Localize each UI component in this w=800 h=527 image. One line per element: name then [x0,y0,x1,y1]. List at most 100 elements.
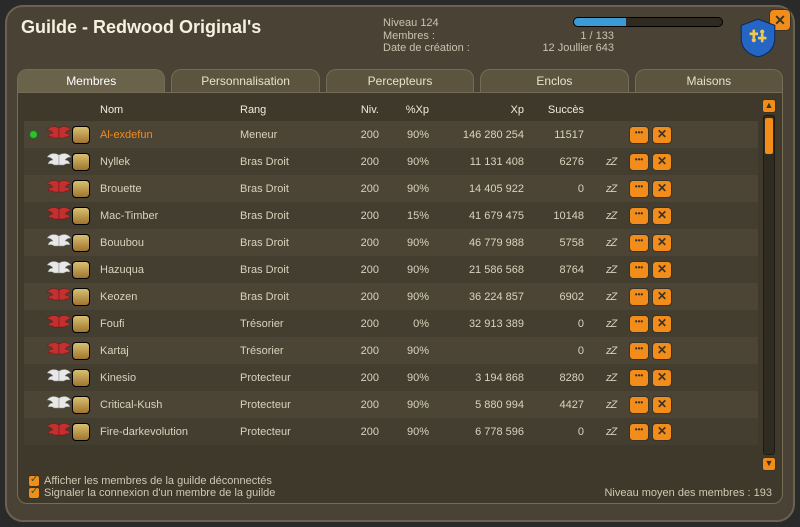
tab-maisons[interactable]: Maisons [635,69,783,92]
col-name[interactable]: Nom [96,102,236,118]
member-pxp: 90% [383,343,433,359]
table-row[interactable]: Kinesio Protecteur 200 90% 3 194 868 828… [24,364,758,391]
scroll-up-button[interactable]: ▲ [762,99,776,113]
more-button[interactable]: ••• [629,342,649,360]
table-row[interactable]: Fire-darkevolution Protecteur 200 90% 6 … [24,418,758,445]
member-success: 0 [528,316,588,332]
status-cell [24,295,42,299]
more-button[interactable]: ••• [629,126,649,144]
member-level: 200 [341,235,383,251]
member-name: Brouette [96,181,236,197]
row-actions: zZ ••• ✕ [588,205,676,227]
show-offline-checkbox[interactable]: Afficher les membres de la guilde déconn… [28,475,275,487]
wings-icon [46,421,72,443]
sleep-icon: zZ [606,264,626,276]
character-head-icon [72,423,90,441]
table-row[interactable]: Brouette Bras Droit 200 90% 14 405 922 0… [24,175,758,202]
more-button[interactable]: ••• [629,396,649,414]
row-actions: zZ ••• ✕ [588,340,676,362]
remove-button[interactable]: ✕ [652,207,672,225]
member-level: 200 [341,397,383,413]
member-name: Critical-Kush [96,397,236,413]
col-xp[interactable]: Xp [433,102,528,118]
remove-button[interactable]: ✕ [652,180,672,198]
row-actions: ••• ✕ [588,124,676,146]
row-actions: zZ ••• ✕ [588,421,676,443]
remove-button[interactable]: ✕ [652,261,672,279]
col-pxp[interactable]: %Xp [383,102,433,118]
avatar-cell [42,257,96,283]
member-level: 200 [341,289,383,305]
remove-button[interactable]: ✕ [652,126,672,144]
member-name-text[interactable]: Al-exdefun [100,129,153,141]
avatar-cell [42,149,96,175]
scrollbar: ▲ ▼ [762,99,776,471]
member-pxp: 90% [383,424,433,440]
tab-membres[interactable]: Membres [17,69,165,92]
more-button[interactable]: ••• [629,234,649,252]
member-xp: 3 194 868 [433,370,528,386]
tab-percepteurs[interactable]: Percepteurs [326,69,474,92]
table-row[interactable]: Bouubou Bras Droit 200 90% 46 779 988 57… [24,229,758,256]
col-level[interactable]: Niv. [341,102,383,118]
member-level: 200 [341,127,383,143]
avatar-icon [46,394,92,416]
member-success: 4427 [528,397,588,413]
remove-button[interactable]: ✕ [652,288,672,306]
table-row[interactable]: Critical-Kush Protecteur 200 90% 5 880 9… [24,391,758,418]
character-head-icon [72,234,90,252]
col-succ[interactable]: Succès [528,102,588,118]
table-row[interactable]: Mac-Timber Bras Droit 200 15% 41 679 475… [24,202,758,229]
member-success: 5758 [528,235,588,251]
more-button[interactable]: ••• [629,423,649,441]
more-button[interactable]: ••• [629,261,649,279]
member-name: Al-exdefun [96,127,236,143]
table-row[interactable]: Nyllek Bras Droit 200 90% 11 131 408 627… [24,148,758,175]
member-name: Foufi [96,316,236,332]
table-row[interactable]: Foufi Trésorier 200 0% 32 913 389 0 zZ •… [24,310,758,337]
remove-button[interactable]: ✕ [652,234,672,252]
member-name-text: Keozen [100,291,137,303]
member-level: 200 [341,181,383,197]
member-pxp: 90% [383,181,433,197]
member-name-text: Mac-Timber [100,210,158,222]
remove-button[interactable]: ✕ [652,315,672,333]
avatar-cell [42,338,96,364]
remove-button[interactable]: ✕ [652,423,672,441]
remove-button[interactable]: ✕ [652,342,672,360]
show-offline-label: Afficher les membres de la guilde déconn… [44,475,272,487]
tab-personnalisation[interactable]: Personnalisation [171,69,319,92]
avatar-icon [46,124,92,146]
guild-window: ✕ Guilde - Redwood Original's Niveau 124… [5,5,795,522]
remove-button[interactable]: ✕ [652,396,672,414]
more-button[interactable]: ••• [629,315,649,333]
table-row[interactable]: Al-exdefun Meneur 200 90% 146 280 254 11… [24,121,758,148]
member-name: Hazuqua [96,262,236,278]
more-button[interactable]: ••• [629,288,649,306]
online-indicator-icon [29,130,38,139]
more-button[interactable]: ••• [629,369,649,387]
remove-button[interactable]: ✕ [652,369,672,387]
member-xp: 14 405 922 [433,181,528,197]
status-cell [24,241,42,245]
status-cell [24,128,42,141]
member-level: 200 [341,424,383,440]
tab-enclos[interactable]: Enclos [480,69,628,92]
more-button[interactable]: ••• [629,153,649,171]
member-xp: 41 679 475 [433,208,528,224]
table-row[interactable]: Keozen Bras Droit 200 90% 36 224 857 690… [24,283,758,310]
remove-button[interactable]: ✕ [652,153,672,171]
scroll-down-button[interactable]: ▼ [762,457,776,471]
scroll-track[interactable] [763,115,775,455]
more-button[interactable]: ••• [629,207,649,225]
more-button[interactable]: ••• [629,180,649,198]
table-row[interactable]: Hazuqua Bras Droit 200 90% 21 586 568 87… [24,256,758,283]
table-row[interactable]: Kartaj Trésorier 200 90% 0 zZ ••• ✕ [24,337,758,364]
status-cell [24,322,42,326]
status-cell [24,376,42,380]
scroll-thumb[interactable] [765,118,773,154]
member-name-text: Foufi [100,318,124,330]
row-actions: zZ ••• ✕ [588,151,676,173]
notify-login-checkbox[interactable]: Signaler la connexion d'un membre de la … [28,487,275,499]
col-rank[interactable]: Rang [236,102,341,118]
